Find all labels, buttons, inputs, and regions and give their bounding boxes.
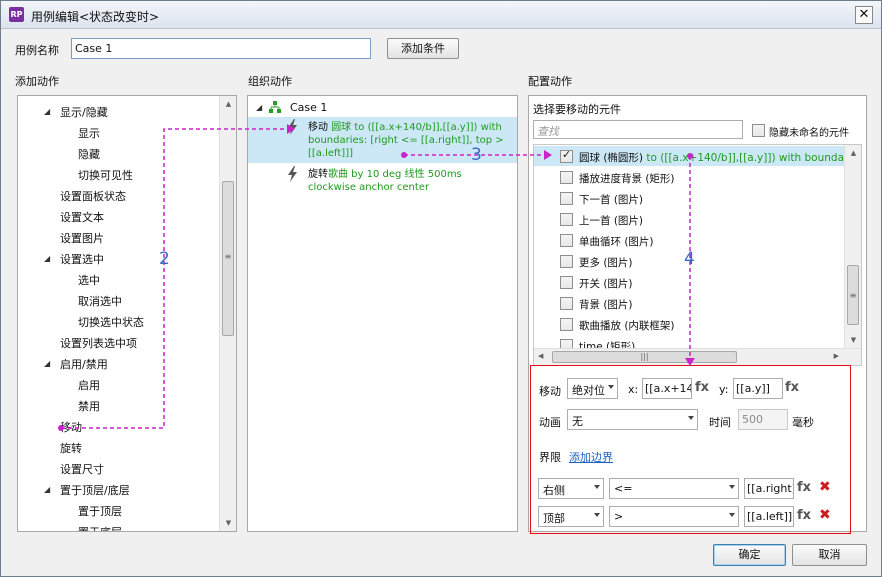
annotation-number-3: 3 [471,145,482,165]
cancel-button[interactable]: 取消 [792,544,867,566]
annotation-number-4: 4 [684,249,695,269]
arrow-head [287,124,295,134]
annotation-arrows [58,124,695,431]
arrow-head [685,358,695,366]
dialog-window: RP 用例编辑<状态改变时> ✕ 用例名称 Case 1 添加条件 添加动作 组… [0,0,882,577]
arrow-dot [58,425,64,431]
arrow-head [544,150,552,160]
arrow-dot [401,152,407,158]
arrow-dot [687,153,693,159]
arrow-path-2 [61,128,286,429]
annotation-number-2: 2 [159,249,170,269]
ok-button[interactable]: 确定 [713,544,786,566]
